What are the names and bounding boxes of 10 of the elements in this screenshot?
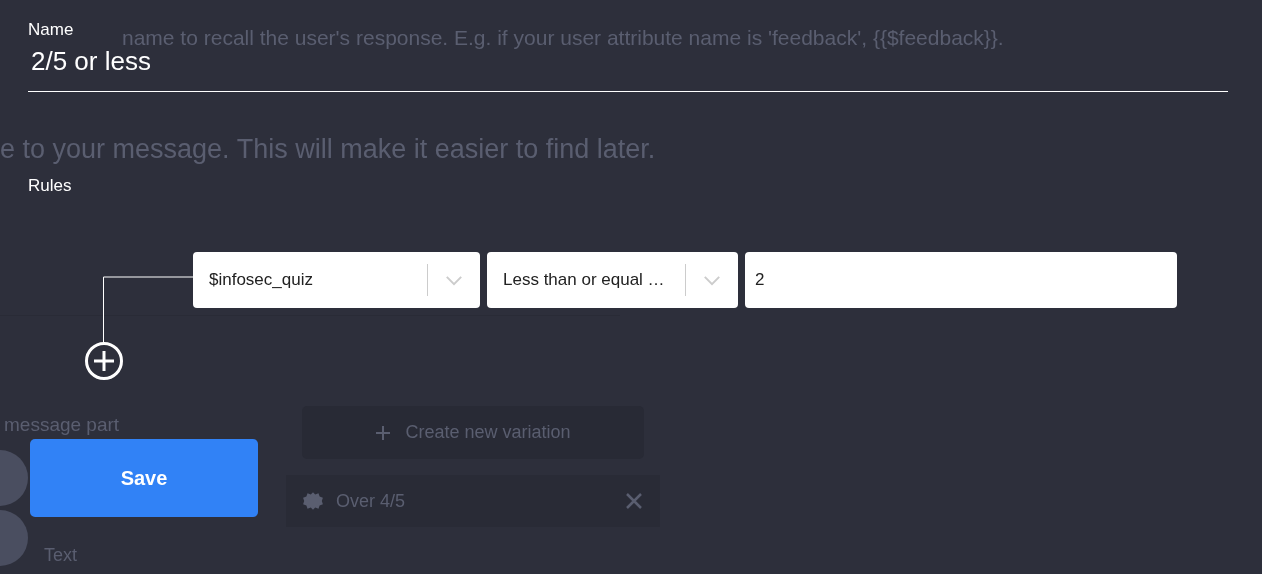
chevron-down-icon xyxy=(445,274,463,286)
operator-select[interactable]: Less than or equal … xyxy=(487,252,738,308)
name-label: Name xyxy=(28,20,74,40)
rules-label: Rules xyxy=(28,176,72,196)
plus-icon xyxy=(375,424,392,441)
save-button[interactable]: Save xyxy=(30,439,258,517)
variation-label: Over 4/5 xyxy=(336,490,407,512)
value-field[interactable]: 2 xyxy=(745,252,1177,308)
attribute-select[interactable]: $infosec_quiz xyxy=(193,252,480,308)
chevron-down-icon xyxy=(703,274,721,286)
